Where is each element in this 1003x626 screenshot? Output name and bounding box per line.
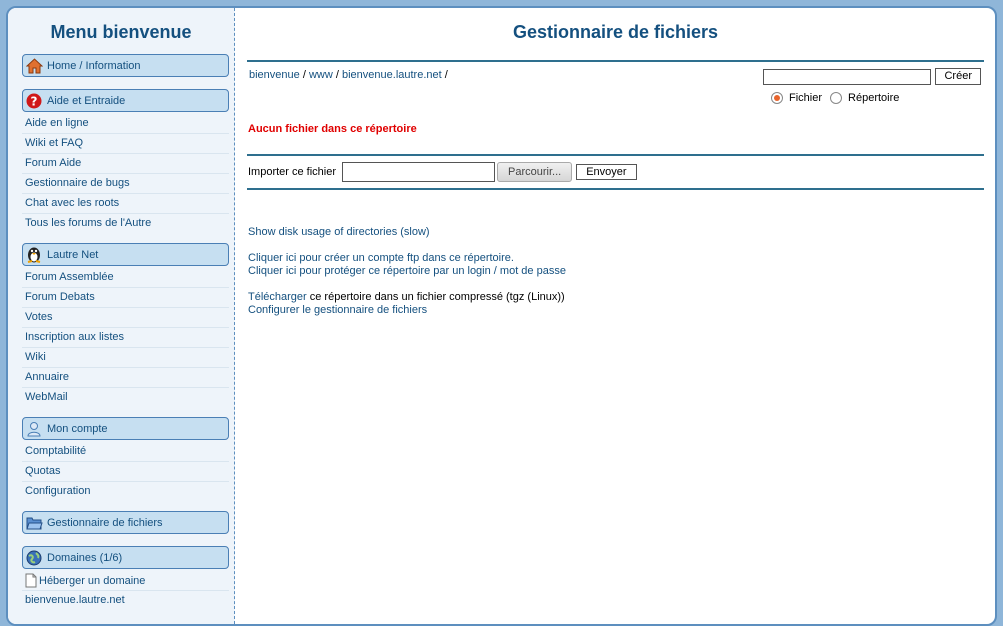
disk-usage-link[interactable]: Show disk usage of directories (slow)	[248, 226, 430, 238]
protect-directory-link[interactable]: Cliquer ici pour protéger ce répertoire …	[248, 265, 566, 277]
radio-directory-label: Répertoire	[848, 92, 900, 104]
sidebar-header-home[interactable]: Home / Information	[22, 54, 229, 77]
document-icon	[25, 573, 37, 588]
sidebar-header-label: Aide et Entraide	[47, 94, 126, 107]
breadcrumb-separator: /	[335, 69, 339, 81]
sidebar-item-label: Héberger un domaine	[39, 574, 146, 587]
sidebar-header-lautre-net[interactable]: Lautre Net	[22, 243, 229, 266]
sidebar-item-configuration[interactable]: Configuration	[22, 482, 229, 502]
sidebar-item-forum-debats[interactable]: Forum Debats	[22, 288, 229, 308]
sidebar-item-webmail[interactable]: WebMail	[22, 388, 229, 408]
sidebar-item-inscription[interactable]: Inscription aux listes	[22, 328, 229, 348]
sidebar-title: Menu bienvenue	[50, 22, 192, 42]
create-form: Créer	[763, 68, 981, 85]
sidebar-item-chat[interactable]: Chat avec les roots	[22, 194, 229, 214]
sidebar-item-aide-en-ligne[interactable]: Aide en ligne	[22, 114, 229, 134]
sidebar-item-host-domain[interactable]: Héberger un domaine	[22, 571, 229, 591]
sidebar-header-label: Lautre Net	[47, 248, 99, 261]
divider	[247, 188, 984, 190]
sidebar-header-account[interactable]: Mon compte	[22, 417, 229, 440]
sidebar-header-help[interactable]: ? Aide et Entraide	[22, 89, 229, 112]
help-icon: ?	[25, 92, 43, 110]
import-label: Importer ce fichier	[248, 166, 337, 178]
create-name-input[interactable]	[763, 68, 932, 85]
divider	[247, 154, 984, 156]
globe-icon	[25, 549, 43, 567]
create-type-radios: Fichier Répertoire	[771, 92, 899, 104]
access-links-block: Cliquer ici pour créer un compte ftp dan…	[248, 252, 566, 278]
breadcrumb-separator: /	[444, 69, 448, 81]
sidebar-item-forum-assemblee[interactable]: Forum Assemblée	[22, 268, 229, 288]
sidebar-header-label: Gestionnaire de fichiers	[47, 516, 163, 529]
breadcrumb: bienvenue / www / bienvenue.lautre.net /	[249, 69, 448, 81]
file-path-input[interactable]	[342, 162, 496, 182]
main-content: Gestionnaire de fichiers bienvenue / www…	[236, 8, 995, 624]
section-domains: Domaines (1/6) Héberger un domaine bienv…	[22, 546, 229, 611]
download-link[interactable]: Télécharger	[248, 291, 307, 303]
sidebar-header-label: Home / Information	[47, 59, 141, 72]
sidebar-item-forum-aide[interactable]: Forum Aide	[22, 154, 229, 174]
section-account: Mon compte Comptabilité Quotas Configura…	[22, 417, 229, 502]
sidebar-item-domain-bienvenue[interactable]: bienvenue.lautre.net	[22, 591, 229, 611]
sidebar-item-wiki-faq[interactable]: Wiki et FAQ	[22, 134, 229, 154]
sidebar-header-label: Domaines (1/6)	[47, 551, 123, 564]
browse-button[interactable]: Parcourir...	[497, 162, 573, 182]
section-help: ? Aide et Entraide Aide en ligne Wiki et…	[22, 89, 229, 234]
divider	[247, 60, 984, 62]
sidebar: Menu bienvenue Home / Information ? Aide…	[8, 8, 235, 624]
empty-directory-message: Aucun fichier dans ce répertoire	[248, 123, 417, 135]
radio-file[interactable]	[771, 92, 783, 104]
page-title: Gestionnaire de fichiers	[512, 22, 719, 42]
sidebar-header-label: Mon compte	[47, 422, 108, 435]
home-icon	[25, 57, 43, 75]
section-file-manager: Gestionnaire de fichiers	[22, 511, 229, 534]
app-frame: Menu bienvenue Home / Information ? Aide…	[6, 6, 997, 626]
breadcrumb-bienvenue[interactable]: bienvenue	[249, 69, 300, 81]
user-icon	[25, 420, 43, 438]
penguin-icon	[25, 246, 43, 264]
send-button[interactable]: Envoyer	[576, 164, 637, 180]
sidebar-item-wiki[interactable]: Wiki	[22, 348, 229, 368]
sidebar-item-all-forums[interactable]: Tous les forums de l'Autre	[22, 214, 229, 234]
sidebar-item-quotas[interactable]: Quotas	[22, 462, 229, 482]
sidebar-item-votes[interactable]: Votes	[22, 308, 229, 328]
sidebar-item-bugs[interactable]: Gestionnaire de bugs	[22, 174, 229, 194]
section-home: Home / Information	[22, 54, 229, 77]
disk-usage-block: Show disk usage of directories (slow)	[248, 226, 430, 239]
breadcrumb-separator: /	[302, 69, 306, 81]
sidebar-item-annuaire[interactable]: Annuaire	[22, 368, 229, 388]
folder-icon	[25, 514, 43, 532]
sidebar-header-file-manager[interactable]: Gestionnaire de fichiers	[22, 511, 229, 534]
radio-directory[interactable]	[830, 92, 843, 104]
svg-text:?: ?	[31, 94, 38, 108]
breadcrumb-domain[interactable]: bienvenue.lautre.net	[342, 69, 442, 81]
section-lautre-net: Lautre Net Forum Assemblée Forum Debats …	[22, 243, 229, 408]
sidebar-item-comptabilite[interactable]: Comptabilité	[22, 442, 229, 462]
create-button[interactable]: Créer	[935, 68, 981, 85]
create-ftp-link[interactable]: Cliquer ici pour créer un compte ftp dan…	[248, 252, 514, 264]
configure-file-manager-link[interactable]: Configurer le gestionnaire de fichiers	[248, 304, 427, 316]
download-description: ce répertoire dans un fichier compressé …	[306, 291, 565, 303]
sidebar-header-domains[interactable]: Domaines (1/6)	[22, 546, 229, 569]
radio-file-label: Fichier	[789, 92, 823, 104]
breadcrumb-www[interactable]: www	[309, 69, 333, 81]
download-block: Télécharger ce répertoire dans un fichie…	[248, 291, 565, 317]
import-form: Importer ce fichier Parcourir... Envoyer	[248, 162, 637, 182]
